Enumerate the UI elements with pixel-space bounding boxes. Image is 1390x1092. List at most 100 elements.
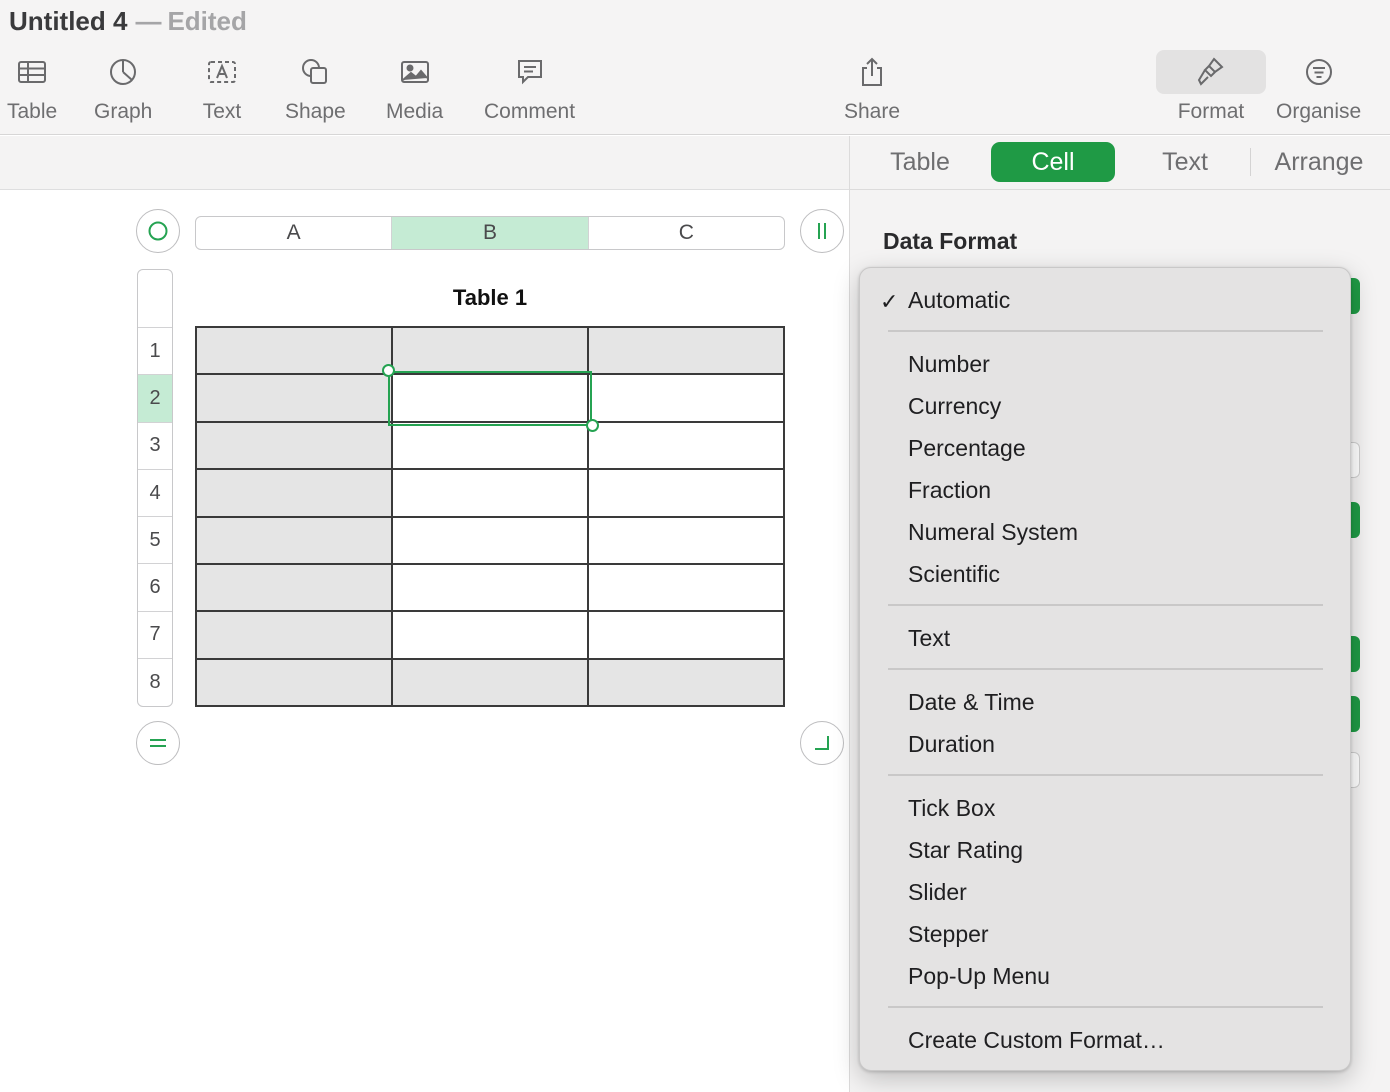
corner-resize-icon: [815, 736, 829, 750]
menu-item-percentage[interactable]: Percentage: [908, 428, 1026, 468]
title-separator: —: [135, 6, 162, 36]
tab-divider: [1250, 148, 1251, 176]
tab-arrange[interactable]: Arrange: [1264, 142, 1374, 182]
menu-item-create-custom-format[interactable]: Create Custom Format…: [908, 1020, 1165, 1060]
cell-a6[interactable]: [195, 562, 393, 613]
data-format-heading: Data Format: [883, 228, 1018, 254]
cell-c4[interactable]: [587, 468, 785, 518]
toolbar-shape-button[interactable]: Shape: [285, 50, 346, 130]
menu-separator: [888, 668, 1323, 670]
cell-a4[interactable]: [195, 468, 393, 518]
menu-item-duration[interactable]: Duration: [908, 724, 995, 764]
table-row: [195, 515, 785, 565]
toolbar-text-button[interactable]: Text: [199, 50, 245, 130]
share-icon: [849, 50, 895, 94]
toolbar-graph-label: Graph: [94, 100, 153, 123]
toolbar-media-button[interactable]: Media: [386, 50, 443, 130]
cell-a7[interactable]: [195, 610, 393, 660]
select-table-handle[interactable]: [136, 209, 180, 253]
cell-b8[interactable]: [391, 657, 589, 708]
resize-table-handle[interactable]: [800, 721, 844, 765]
menu-separator: [888, 774, 1323, 776]
tab-table[interactable]: Table: [876, 142, 964, 182]
cell-c2[interactable]: [587, 373, 785, 423]
table-row: [195, 420, 785, 471]
cell-c3[interactable]: [587, 420, 785, 471]
cell-a8[interactable]: [195, 657, 393, 708]
graph-icon: [100, 50, 146, 94]
menu-separator: [888, 1006, 1323, 1008]
menu-item-star-rating[interactable]: Star Rating: [908, 830, 1023, 870]
menu-item-automatic[interactable]: Automatic: [908, 280, 1010, 320]
cell-a1[interactable]: [195, 325, 393, 376]
toolbar-media-label: Media: [386, 100, 444, 123]
cell-b7[interactable]: [391, 610, 589, 660]
column-header-b[interactable]: B: [392, 217, 589, 249]
table-row: [195, 325, 785, 376]
toolbar-format-label: Format: [1177, 100, 1245, 123]
row-header-5[interactable]: 5: [138, 517, 172, 565]
row-header-1[interactable]: 1: [138, 328, 172, 376]
table-row: [195, 562, 785, 613]
menu-item-tick-box[interactable]: Tick Box: [908, 788, 995, 828]
row-header-2[interactable]: 2: [138, 375, 172, 423]
canvas-top-strip: [0, 136, 849, 190]
inspector-tabs: Table Cell Text Arrange: [850, 136, 1390, 190]
cell-a3[interactable]: [195, 420, 393, 471]
menu-item-scientific[interactable]: Scientific: [908, 554, 1000, 594]
toolbar-comment-button[interactable]: Comment: [484, 50, 575, 130]
shape-icon: [292, 50, 338, 94]
add-row-handle[interactable]: [136, 721, 180, 765]
menu-item-fraction[interactable]: Fraction: [908, 470, 991, 510]
cell-selection-outline: [388, 371, 592, 426]
tab-text[interactable]: Text: [1146, 142, 1224, 182]
row-header-4[interactable]: 4: [138, 470, 172, 518]
cell-c5[interactable]: [587, 515, 785, 565]
row-header-6[interactable]: 6: [138, 564, 172, 612]
table-title[interactable]: Table 1: [195, 285, 785, 311]
menu-item-popup-menu[interactable]: Pop-Up Menu: [908, 956, 1050, 996]
cell-c8[interactable]: [587, 657, 785, 708]
cell-a5[interactable]: [195, 515, 393, 565]
row-header-7[interactable]: 7: [138, 612, 172, 660]
paintbrush-icon: [1156, 50, 1266, 94]
circle-select-icon: [148, 221, 168, 241]
cell-c1[interactable]: [587, 325, 785, 376]
cell-a2[interactable]: [195, 373, 393, 423]
column-header-a[interactable]: A: [196, 217, 393, 249]
add-column-handle[interactable]: [800, 209, 844, 253]
row-resize-icon: [150, 739, 166, 747]
column-resize-icon: [818, 223, 826, 239]
cell-b1[interactable]: [391, 325, 589, 376]
tab-cell[interactable]: Cell: [991, 142, 1115, 182]
toolbar-share-button[interactable]: Share: [844, 50, 900, 130]
cell-c6[interactable]: [587, 562, 785, 613]
toolbar-graph-button[interactable]: Graph: [94, 50, 152, 130]
menu-item-stepper[interactable]: Stepper: [908, 914, 989, 954]
toolbar-organise-label: Organise: [1276, 100, 1362, 123]
row-header-8[interactable]: 8: [138, 659, 172, 706]
menu-item-slider[interactable]: Slider: [908, 872, 967, 912]
toolbar-format-button[interactable]: Format: [1156, 50, 1266, 130]
table-icon: [9, 50, 55, 94]
cell-b6[interactable]: [391, 562, 589, 613]
table-row: [195, 657, 785, 708]
toolbar-table-button[interactable]: Table: [7, 50, 57, 130]
menu-item-text[interactable]: Text: [908, 618, 950, 658]
menu-item-number[interactable]: Number: [908, 344, 990, 384]
selection-handle-top-left[interactable]: [382, 364, 395, 377]
text-box-icon: [199, 50, 245, 94]
column-header-c[interactable]: C: [589, 217, 784, 249]
cell-b3[interactable]: [391, 420, 589, 471]
cell-c7[interactable]: [587, 610, 785, 660]
toolbar-organise-button[interactable]: Organise: [1276, 50, 1361, 130]
menu-item-numeral-system[interactable]: Numeral System: [908, 512, 1078, 552]
cell-b5[interactable]: [391, 515, 589, 565]
selection-handle-bottom-right[interactable]: [586, 419, 599, 432]
table-row: [195, 468, 785, 518]
cell-b4[interactable]: [391, 468, 589, 518]
row-header-3[interactable]: 3: [138, 423, 172, 470]
menu-item-currency[interactable]: Currency: [908, 386, 1001, 426]
menu-separator: [888, 604, 1323, 606]
menu-item-date-time[interactable]: Date & Time: [908, 682, 1035, 722]
